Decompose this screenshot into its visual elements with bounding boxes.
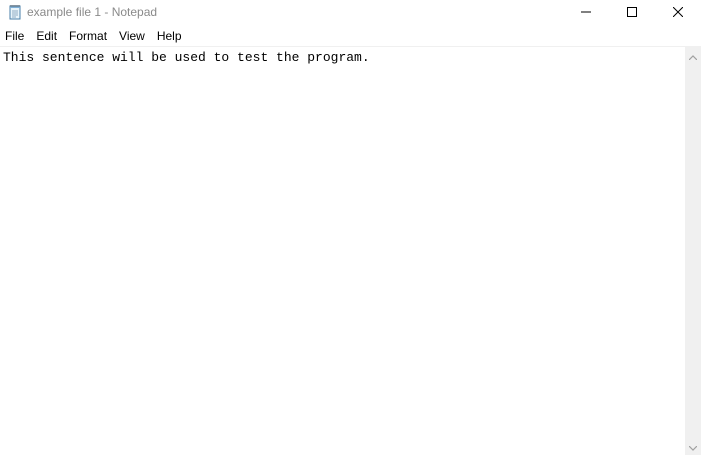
menu-help[interactable]: Help [151,26,188,46]
editor-content[interactable]: This sentence will be used to test the p… [3,50,370,65]
maximize-button[interactable] [609,0,655,25]
minimize-button[interactable] [563,0,609,25]
scroll-down-button[interactable] [685,439,701,455]
chevron-down-icon [688,438,698,455]
menu-format[interactable]: Format [63,26,113,46]
minimize-icon [581,4,591,22]
vertical-scrollbar[interactable] [685,46,701,455]
text-editor[interactable]: This sentence will be used to test the p… [0,46,685,455]
notepad-icon[interactable] [7,4,23,20]
window-title: example file 1 - Notepad [27,5,158,19]
close-icon [672,4,684,22]
notepad-window: example file 1 - Notepad File Edit Forma… [0,0,701,455]
title-bar[interactable]: example file 1 - Notepad [0,0,701,25]
scroll-up-button[interactable] [685,48,701,64]
menu-view[interactable]: View [113,26,151,46]
maximize-icon [627,4,637,22]
menu-file[interactable]: File [0,26,30,46]
menu-edit[interactable]: Edit [30,26,63,46]
close-button[interactable] [655,0,701,25]
chevron-up-icon [688,47,698,65]
menu-bar: File Edit Format View Help [0,26,701,46]
